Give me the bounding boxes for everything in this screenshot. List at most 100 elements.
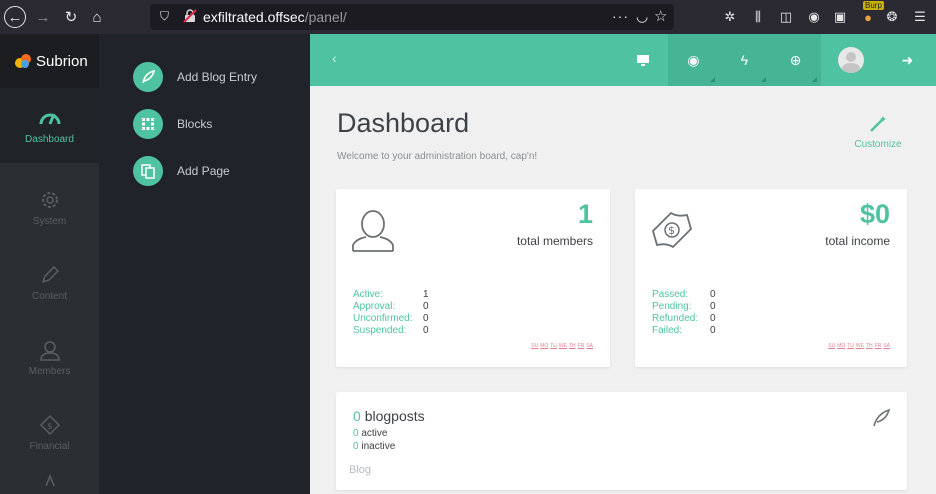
cookie-icon[interactable]: ❂ [884,9,900,25]
stat-label[interactable]: Active: [353,289,423,301]
user-icon [352,210,394,252]
lifebuoy-icon: ⊕ [789,51,802,68]
url-text[interactable]: exfiltrated.offsec/panel/ [203,9,347,25]
tracking-shield-icon[interactable]: ⛉ [160,9,169,24]
sidebar-item-label: System [32,216,67,227]
back-button[interactable]: ← [4,6,26,28]
user-icon [39,341,60,361]
blog-active-count[interactable]: 0 [353,428,359,439]
browser-toolbar: ← → ↻ ⌂ ⛉ exfiltrated.offsec/panel/ ··· … [0,0,936,34]
spark-day: TH [568,343,576,349]
stat-label[interactable]: Failed: [652,325,710,337]
extension-gear-icon[interactable]: ✲ [722,9,738,25]
income-stats: Passed: 0 Pending: 0 Refunded: 0 Failed: 0 [652,289,716,337]
url-path: /panel/ [304,9,347,25]
stat-label[interactable]: Suspended: [353,325,423,337]
total-income-value: $0 [859,199,890,229]
spark-day: SA [586,343,593,349]
sidebar-item-dashboard[interactable]: Dashboard [0,88,99,163]
members-card: 1 total members Active: 1 Approval: 0 Unco… [336,189,610,367]
total-income-caption: total income [825,234,890,248]
stat-row: Unconfirmed: 0 [353,313,429,325]
stat-row: Passed: 0 [652,289,716,301]
burp-extension-icon[interactable]: ● [860,9,876,25]
extension-box-icon[interactable]: ▣ [832,9,848,25]
sidebar-item-label: Members [28,366,71,377]
forward-button[interactable]: → [32,6,54,28]
library-icon[interactable]: ⫼ [750,9,766,25]
stat-label[interactable]: Unconfirmed: [353,313,423,325]
stat-row: Active: 1 [353,289,429,301]
sidebar-item-members[interactable]: Members [0,320,99,395]
blog-footer[interactable]: Blog [349,464,371,476]
total-members-caption: total members [516,234,593,248]
submenu-item-add-blog-entry[interactable]: Add Blog Entry [133,62,257,92]
bookmark-star-icon[interactable]: ☆ [654,7,667,25]
stat-label[interactable]: Pending: [652,301,710,313]
url-bar[interactable]: ⛉ exfiltrated.offsec/panel/ ··· ◡ ☆ [150,4,674,30]
sidebar-toggle-icon[interactable]: ◫ [778,9,794,25]
sidebar: Subrion Dashboard System Content Members… [0,34,99,494]
insecure-lock-icon[interactable] [183,9,197,23]
total-members-value: 1 [577,199,593,229]
sidebar-item-label: Dashboard [25,134,74,145]
spark-day: SU [531,343,539,349]
logout-icon: ➜ [901,51,914,68]
spark-day: TU [550,343,557,349]
monitor-button[interactable] [617,34,668,86]
eye-icon: ◉ [687,51,700,68]
pocket-icon[interactable]: ◡ [636,8,648,25]
stat-value: 0 [423,301,429,312]
logout-button[interactable]: ➜ [882,34,933,86]
stat-row: Refunded: 0 [652,313,716,325]
quick-actions-button[interactable]: ϟ [719,34,770,86]
brand-name: Subrion [36,52,88,70]
stat-row: Suspended: 0 [353,325,429,337]
sidebar-item-system[interactable]: System [0,170,99,245]
spark-day: MO [837,343,846,349]
members-sparkline: SU MO TU WE TH FR SA [531,343,593,349]
sidebar-item-content[interactable]: Content [0,245,99,320]
stat-label[interactable]: Refunded: [652,313,710,325]
income-card: $ $0 total income Passed: 0 Pending: 0 Ref… [635,189,907,367]
submenu-item-blocks[interactable]: Blocks [133,109,212,139]
pencil-icon [41,265,59,284]
reload-button[interactable]: ↻ [60,6,82,28]
spark-day: TU [847,343,854,349]
svg-text:$: $ [668,224,675,237]
collapse-chevron-icon[interactable]: ‹ [332,50,337,66]
blog-inactive-label: inactive [361,441,396,452]
stat-row: Pending: 0 [652,301,716,313]
help-button[interactable]: ⊕ [770,34,821,86]
lightning-icon: ϟ [740,52,749,68]
members-stats: Active: 1 Approval: 0 Unconfirmed: 0 Suspen… [353,289,429,337]
page-actions-icon[interactable]: ··· [612,8,629,24]
stat-value: 0 [710,325,716,336]
blogposts-title: 0 blogposts [353,408,425,424]
blog-active-line: 0 active [353,428,387,439]
user-avatar-button[interactable] [825,34,876,86]
svg-text:$: $ [47,422,53,432]
sidebar-item-financial[interactable]: $ Financial [0,395,99,470]
spark-day: FR [874,343,882,349]
stat-value: 1 [423,289,429,300]
stat-label[interactable]: Approval: [353,301,423,313]
submenu-item-add-page[interactable]: Add Page [133,156,230,186]
menu-icon[interactable]: ☰ [912,9,928,25]
stat-label[interactable]: Passed: [652,289,710,301]
blogposts-count[interactable]: 0 [353,408,361,424]
customize-button[interactable]: Customize [853,114,903,150]
blog-inactive-count[interactable]: 0 [353,441,359,452]
sidebar-item-extra[interactable] [0,470,99,494]
feather-icon [873,408,891,427]
brand[interactable]: Subrion [0,34,99,88]
preview-button[interactable]: ◉ [668,34,719,86]
money-bill-icon: $ [651,211,693,249]
income-sparkline: SU MO TU WE TH FR SA [828,343,890,349]
more-icon [44,473,55,486]
submenu-item-label: Add Blog Entry [177,70,258,84]
spark-day: MO [540,343,549,349]
admin-header: ‹ ◉ ϟ ⊕ ➜ [310,34,936,86]
home-button[interactable]: ⌂ [86,6,108,28]
account-icon[interactable]: ◉ [806,9,822,25]
